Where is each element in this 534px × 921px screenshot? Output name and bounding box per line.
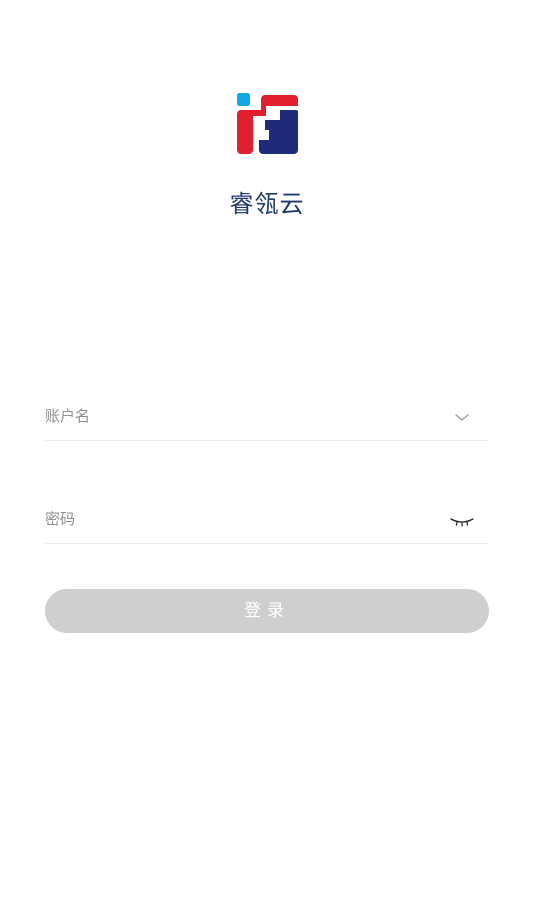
password-field-row (45, 503, 489, 544)
brand-logo-icon (237, 93, 298, 154)
eye-closed-icon[interactable] (449, 511, 475, 529)
account-input[interactable] (45, 400, 435, 432)
login-screen: 睿瓴云 登录 (0, 0, 534, 921)
app-title: 睿瓴云 (229, 190, 305, 218)
password-input[interactable] (45, 503, 435, 535)
login-button[interactable]: 登录 (45, 589, 489, 633)
chevron-down-icon[interactable] (449, 408, 475, 426)
account-field-row (45, 400, 489, 441)
